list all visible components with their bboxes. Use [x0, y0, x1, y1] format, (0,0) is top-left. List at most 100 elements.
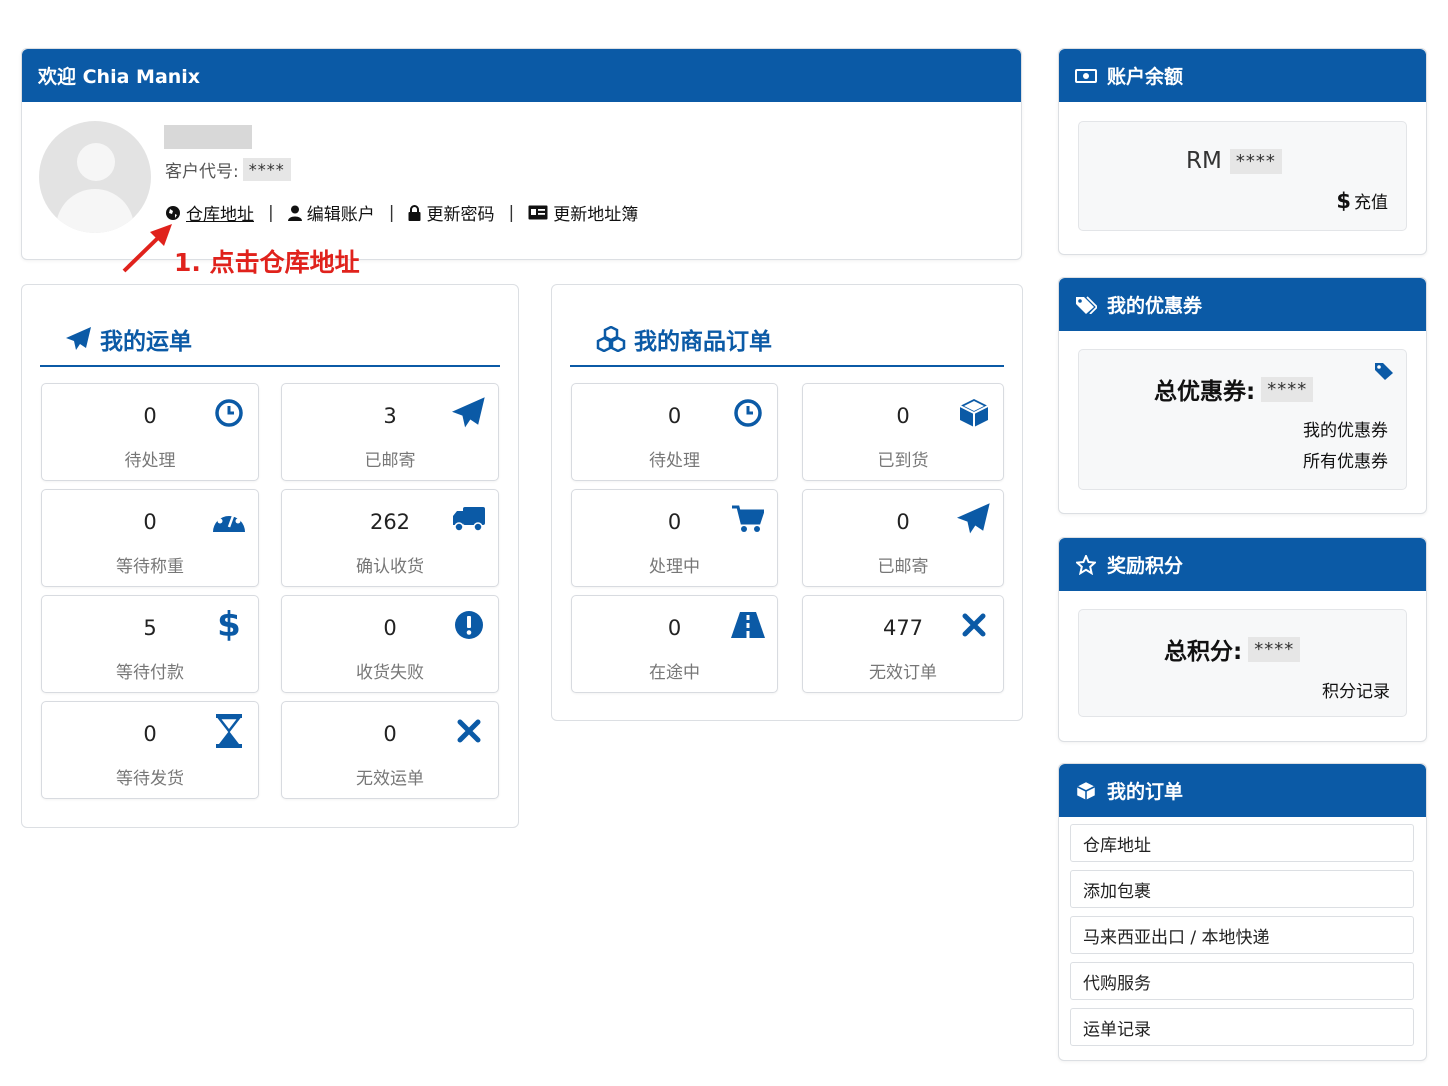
order-card-sent[interactable]: 0 已邮寄 — [802, 489, 1004, 587]
card-label: 等待付款 — [116, 663, 184, 683]
update-password-label: 更新密码 — [426, 205, 495, 225]
close-icon — [452, 714, 486, 748]
card-label: 已邮寄 — [877, 557, 929, 577]
card-label: 等待发货 — [116, 769, 184, 789]
order-card-arrived[interactable]: 0 已到货 — [802, 383, 1004, 481]
total-coupons: 总优惠券: **** — [1154, 372, 1314, 406]
coupons-box: 总优惠券: **** 我的优惠券 所有优惠券 — [1078, 349, 1407, 490]
total-points: 总积分: **** — [1164, 632, 1301, 666]
points-title: 奖励积分 — [1107, 555, 1184, 577]
card-label: 收货失败 — [356, 663, 424, 683]
shipment-card-sent[interactable]: 3 已邮寄 — [281, 383, 499, 481]
redacted-name — [164, 125, 252, 149]
menu-item-shipment-history[interactable]: 运单记录 — [1070, 1008, 1414, 1046]
annotation-arrow-icon — [122, 224, 172, 273]
card-label: 处理中 — [649, 557, 700, 577]
menu-item-add-package[interactable]: 添加包裹 — [1070, 870, 1414, 908]
edit-account-label: 编辑账户 — [306, 205, 375, 225]
star-icon — [1075, 554, 1097, 576]
shipment-card-invalid[interactable]: 0 无效运单 — [281, 701, 499, 799]
annotation-text: 1. 点击仓库地址 — [174, 248, 360, 277]
cubes-icon — [596, 326, 626, 352]
shipments-title: 我的运单 — [40, 313, 500, 367]
total-coupons-value: **** — [1261, 376, 1314, 402]
menu-item-export-local-delivery[interactable]: 马来西亚出口 / 本地快递 — [1070, 916, 1414, 954]
total-coupons-label: 总优惠券: — [1154, 379, 1256, 405]
shipment-card-awaiting-weigh[interactable]: 0 等待称重 — [41, 489, 259, 587]
update-password-link[interactable]: 更新密码 — [408, 200, 494, 225]
clock-icon — [731, 396, 765, 430]
product-orders-title-text: 我的商品订单 — [634, 329, 772, 355]
shipment-card-pending[interactable]: 0 待处理 — [41, 383, 259, 481]
avatar — [39, 121, 151, 233]
warehouse-address-label: 仓库地址 — [186, 205, 254, 225]
card-label: 待处理 — [124, 451, 176, 471]
total-points-value: **** — [1248, 636, 1301, 662]
customer-code-value: **** — [242, 158, 291, 181]
exclamation-icon — [452, 608, 486, 642]
money-icon — [1075, 65, 1097, 87]
points-header: 奖励积分 — [1059, 538, 1426, 591]
points-panel: 奖励积分 总积分: **** 积分记录 — [1058, 537, 1427, 742]
shipment-card-confirmed[interactable]: 262 确认收货 — [281, 489, 499, 587]
shipment-card-awaiting-payment[interactable]: 5 等待付款 $ — [41, 595, 259, 693]
card-label: 等待称重 — [116, 557, 184, 577]
edit-account-link[interactable]: 编辑账户 — [287, 200, 375, 225]
card-label: 无效订单 — [869, 663, 937, 683]
paper-plane-icon — [957, 502, 991, 536]
user-icon — [287, 205, 302, 221]
address-book-label: 更新地址簿 — [553, 205, 639, 225]
separator: | — [508, 202, 515, 223]
clock-icon — [212, 396, 246, 430]
my-coupons-link[interactable]: 我的优惠券 — [1303, 416, 1388, 441]
topup-label: 充值 — [1354, 193, 1388, 213]
menu-item-warehouse-address[interactable]: 仓库地址 — [1070, 824, 1414, 862]
menu-item-purchasing-service[interactable]: 代购服务 — [1070, 962, 1414, 1000]
gauge-icon — [212, 502, 246, 536]
box-icon — [957, 396, 991, 430]
topup-link[interactable]: $ 充值 — [1336, 188, 1388, 214]
order-card-processing[interactable]: 0 处理中 — [571, 489, 778, 587]
my-orders-panel: 我的订单 仓库地址 添加包裹 马来西亚出口 / 本地快递 代购服务 运单记录 — [1058, 763, 1427, 1061]
tag-icon — [1375, 363, 1393, 380]
card-label: 在途中 — [649, 663, 700, 683]
coupons-title: 我的优惠券 — [1107, 295, 1203, 317]
balance-title: 账户余额 — [1107, 66, 1184, 88]
order-card-pending[interactable]: 0 待处理 — [571, 383, 778, 481]
card-label: 待处理 — [649, 451, 700, 471]
close-icon — [957, 608, 991, 642]
customer-code: 客户代号: **** — [165, 157, 291, 182]
shipment-card-receipt-failed[interactable]: 0 收货失败 — [281, 595, 499, 693]
my-orders-list: 仓库地址 添加包裹 马来西亚出口 / 本地快递 代购服务 运单记录 — [1070, 824, 1414, 1054]
all-coupons-link[interactable]: 所有优惠券 — [1303, 447, 1388, 472]
tags-icon — [1075, 294, 1097, 316]
product-orders-section: 我的商品订单 0 待处理 0 已到货 0 处理中 0 已邮寄 0 在途中 477… — [551, 284, 1023, 721]
shipments-title-text: 我的运单 — [100, 329, 192, 355]
warehouse-address-link[interactable]: 仓库地址 — [165, 200, 254, 225]
cube-icon — [1075, 780, 1097, 802]
shipment-card-awaiting-dispatch[interactable]: 0 等待发货 — [41, 701, 259, 799]
separator: | — [388, 202, 395, 223]
address-book-link[interactable]: 更新地址簿 — [528, 200, 638, 225]
account-links: 仓库地址 | 编辑账户 | 更新密码 | 更新地址簿 — [165, 200, 638, 225]
currency-label: RM — [1186, 148, 1222, 174]
balance-amount: RM **** — [1186, 148, 1282, 174]
coupons-header: 我的优惠券 — [1059, 278, 1426, 331]
globe-icon — [166, 205, 180, 220]
points-box: 总积分: **** 积分记录 — [1078, 609, 1407, 717]
separator: | — [268, 202, 274, 223]
points-history-link[interactable]: 积分记录 — [1322, 677, 1390, 702]
my-orders-header: 我的订单 — [1059, 764, 1426, 817]
my-orders-title: 我的订单 — [1107, 781, 1184, 803]
order-card-invalid[interactable]: 477 无效订单 — [802, 595, 1004, 693]
balance-value: **** — [1229, 148, 1282, 174]
total-points-label: 总积分: — [1164, 639, 1243, 665]
product-orders-title: 我的商品订单 — [570, 313, 1004, 367]
card-label: 确认收货 — [356, 557, 424, 577]
order-card-in-transit[interactable]: 0 在途中 — [571, 595, 778, 693]
id-card-icon — [528, 205, 548, 220]
balance-panel: 账户余额 RM **** $ 充值 — [1058, 48, 1427, 255]
card-label: 已到货 — [877, 451, 929, 471]
balance-header: 账户余额 — [1059, 49, 1426, 102]
balance-box: RM **** $ 充值 — [1078, 121, 1407, 231]
